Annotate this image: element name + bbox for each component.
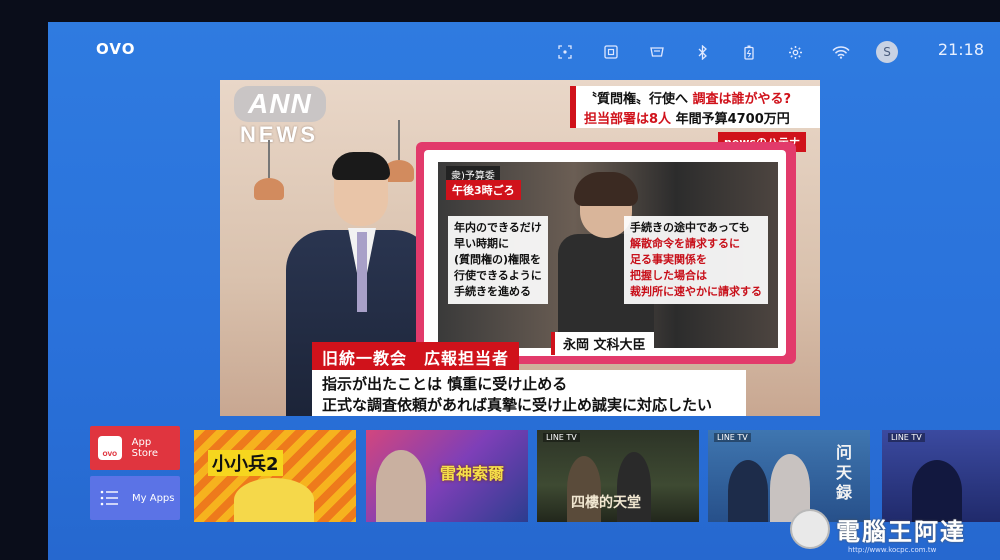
input-source-icon[interactable] <box>634 40 680 64</box>
poster-badge: LINE TV <box>714 433 751 442</box>
lower-third-text: 指示が出たことは 慎重に受け止める 正式な調査依頼があれば真摯に受け止め誠実に対… <box>312 370 746 416</box>
user-avatar-button[interactable]: S <box>864 40 910 64</box>
ann-news-logo: ANN NEWS <box>234 86 326 148</box>
lower-third-line: 指示が出たことは 慎重に受け止める <box>322 375 568 393</box>
quote-right: 手続きの途中であっても 解散命令を請求するに 足る事実関係を 把握した場合は 裁… <box>624 216 768 304</box>
app-store-icon: OVO <box>98 436 122 460</box>
lamp-cord <box>268 140 270 178</box>
ovo-logo: OVO <box>96 40 136 58</box>
content-poster[interactable]: LINE TV 四樓的天堂 <box>537 430 699 522</box>
ann-logo-text: ANN <box>234 86 326 122</box>
settings-icon[interactable] <box>772 40 818 64</box>
watermark-text: 電腦王阿達 <box>836 517 966 546</box>
quote-line: (質問権の)権限を <box>454 253 542 266</box>
quote-line-red: 解散命令を請求するに <box>630 237 740 250</box>
quote-line-red: 把握した場合は <box>630 269 707 282</box>
clock: 21:18 <box>937 40 984 59</box>
poster-title: 雷神索爾 <box>440 464 505 483</box>
bluetooth-icon[interactable] <box>680 40 726 64</box>
poster-badge: LINE TV <box>888 433 925 442</box>
quote-line: 手続きの途中であっても <box>630 221 750 234</box>
top-bar: OVO S 21:18 <box>48 22 1000 80</box>
avatar: S <box>876 41 898 63</box>
poster-title: 问天録 <box>833 444 852 504</box>
poster-title: 小小兵2 <box>208 450 283 476</box>
screen-mirror-icon[interactable] <box>588 40 634 64</box>
tv-home-screen: OVO S 21:18 ANN NEWS 〝質問権〟行使へ 調査は誰がやる? 担… <box>48 22 1000 560</box>
anchor-tie <box>357 232 367 312</box>
minister-hair <box>574 172 638 206</box>
live-tv-preview[interactable]: ANN NEWS 〝質問権〟行使へ 調査は誰がやる? 担当部署は8人 年間予算4… <box>220 80 820 416</box>
headline-rest: 年間予算4700万円 <box>675 112 790 127</box>
minister-name-caption: 永岡 文科大臣 <box>551 332 654 355</box>
quote-line-red: 足る事実関係を <box>630 253 707 266</box>
headline-prefix: 〝質問権〟行使へ <box>584 92 689 107</box>
app-store-tile[interactable]: OVO App Store <box>90 426 180 470</box>
time-label: 午後3時ごろ <box>446 180 521 200</box>
quote-line: 年内のできるだけ <box>454 221 542 234</box>
watermark-logo-icon <box>790 509 830 549</box>
lower-third-title: 旧統一教会 広報担当者 <box>312 342 520 372</box>
anchor-hair <box>332 152 390 180</box>
headline-banner: 〝質問権〟行使へ 調査は誰がやる? 担当部署は8人 年間予算4700万円 <box>570 86 820 128</box>
list-icon <box>100 490 118 506</box>
lower-third-line: 正式な調査依頼があれば真摯に受け止め誠実に対応したい <box>322 396 713 414</box>
wifi-icon[interactable] <box>818 40 864 64</box>
my-apps-label: My Apps <box>132 492 175 504</box>
poster-title: 四樓的天堂 <box>571 495 641 511</box>
watermark-url: http://www.kocpc.com.tw <box>848 546 937 554</box>
ovo-badge-text: OVO <box>102 451 118 458</box>
news-logo-text: NEWS <box>240 122 318 147</box>
lamp-cord <box>398 120 400 160</box>
content-poster[interactable]: 雷神索爾 <box>366 430 528 522</box>
battery-icon <box>726 40 772 64</box>
content-poster[interactable]: 小小兵2 <box>194 430 356 522</box>
quote-line-red: 裁判所に速やかに請求する <box>630 285 762 298</box>
screen-capture-icon[interactable] <box>542 40 588 64</box>
quote-line: 手続きを進める <box>454 285 531 298</box>
my-apps-tile[interactable]: My Apps <box>90 476 180 520</box>
quote-line: 早い時期に <box>454 237 509 250</box>
headline-red-2: 担当部署は8人 <box>584 112 672 127</box>
quote-left: 年内のできるだけ 早い時期に (質問権の)権限を 行使できるように 手続きを進め… <box>448 216 548 304</box>
status-icons: S <box>542 40 910 64</box>
quote-line: 行使できるように <box>454 269 542 282</box>
app-store-label: App Store <box>131 437 159 459</box>
poster-artwork <box>234 478 314 522</box>
headline-red: 調査は誰がやる? <box>692 92 792 107</box>
lamp-shade <box>254 178 284 200</box>
poster-badge: LINE TV <box>543 433 580 442</box>
poster-artwork <box>728 460 768 522</box>
poster-artwork <box>567 456 601 522</box>
poster-artwork <box>376 450 426 522</box>
